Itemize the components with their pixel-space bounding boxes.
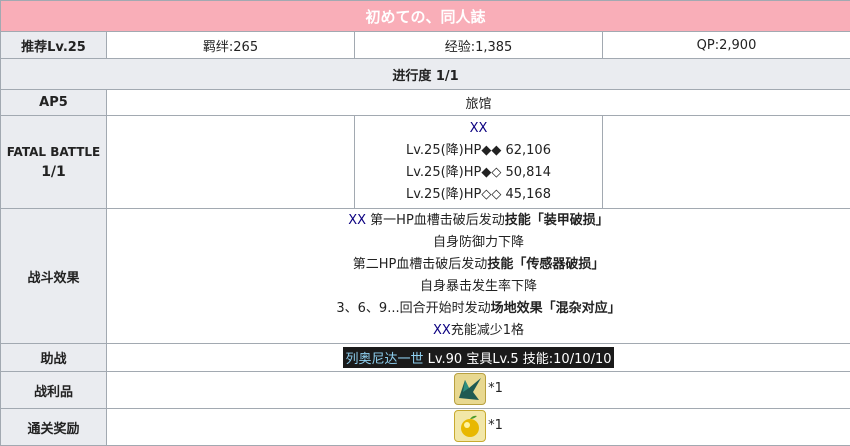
clear-reward-cell: *1 [105,408,850,446]
support-servant-detail: Lv.90 宝具Lv.5 技能:10/10/10 [423,352,612,367]
enemy-hp-line-1: Lv.25(降)HP◆◆ 62,106 [406,143,551,158]
ap-row: AP5 旅馆 [0,89,850,116]
enemy-slot-left [106,115,355,209]
support-servant-link[interactable]: 列奥尼达一世 [345,352,423,367]
effect-line-2: 自身防御力下降 [433,235,525,250]
effect-line-3-text: 第二HP血槽击破后发动 [352,257,488,272]
support-cell: 列奥尼达一世 Lv.90 宝具Lv.5 技能:10/10/10 [105,343,850,372]
drop-row: 战利品 *1 [0,371,850,409]
qp-value: QP:2,900 [601,31,850,59]
battle-effect-text: XX 第一HP血槽击破后发动技能「装甲破损」 自身防御力下降 第二HP血槽击破后… [105,208,850,344]
clear-reward-count: *1 [488,418,503,433]
clear-reward-item[interactable]: *1 [454,409,503,442]
wing-material-icon[interactable] [454,372,487,405]
progress-row: 进行度 1/1 [0,58,850,90]
enemy-slot-right [601,115,850,209]
effect-line-1: XX 第一HP血槽击破后发动技能「装甲破损」 [107,210,850,232]
progress-label: 进行度 1/1 [0,58,850,90]
drop-count: *1 [488,381,503,396]
effect-line-6: XX充能减少1格 [107,320,850,342]
fatal-battle-wave: 1/1 [41,164,66,180]
effect-line-6-text: 充能减少1格 [450,323,525,338]
effect-line-5-text: 3、6、9...回合开始时发动 [336,301,491,316]
effect-field-mixed: 场地效果「混杂对应」 [490,301,621,316]
fatal-battle-label: FATAL BATTLE 1/1 [0,115,107,209]
fatal-battle-row: FATAL BATTLE 1/1 XX Lv.25(降)HP◆◆ 62,106 … [0,115,850,209]
clear-reward-row: 通关奖励 *1 [0,408,850,446]
effect-line-1-text: 第一HP血槽击破后发动 [366,213,505,228]
enemy-slot-center: XX Lv.25(降)HP◆◆ 62,106 Lv.25(降)HP◆◇ 50,8… [354,115,603,209]
drop-label: 战利品 [0,371,107,409]
effect-line-4: 自身暴击发生率下降 [420,279,538,294]
location-value: 旅馆 [105,89,850,116]
support-label: 助战 [0,343,107,372]
support-servant-box: 列奥尼达一世 Lv.90 宝具Lv.5 技能:10/10/10 [343,347,614,368]
title-row: 初めての、同人誌 [0,0,850,32]
ap-label: AP5 [0,89,107,116]
bond-value: 羁绊:265 [106,31,355,59]
recommended-level-label: 推荐Lv.25 [0,31,107,59]
enemy-name-link[interactable]: XX [355,118,602,140]
quest-info-table: 初めての、同人誌 推荐Lv.25 羁绊:265 经验:1,385 QP:2,90… [0,0,850,446]
fatal-battle-title: FATAL BATTLE [6,145,101,159]
enemy-hp-line-2: Lv.25(降)HP◆◇ 50,814 [406,165,551,180]
quest-title: 初めての、同人誌 [0,0,850,32]
battle-effect-label: 战斗效果 [0,208,107,344]
effect-skill-armor-break: 技能「装甲破损」 [504,213,609,228]
exp-value: 经验:1,385 [354,31,603,59]
battle-effect-row: 战斗效果 XX 第一HP血槽击破后发动技能「装甲破损」 自身防御力下降 第二HP… [0,208,850,344]
effect-enemy-link-2[interactable]: XX [433,323,451,338]
effect-skill-sensor-break: 技能「传感器破损」 [487,257,605,272]
effect-enemy-link[interactable]: XX [348,213,366,228]
level-row: 推荐Lv.25 羁绊:265 经验:1,385 QP:2,900 [0,31,850,59]
support-row: 助战 列奥尼达一世 Lv.90 宝具Lv.5 技能:10/10/10 [0,343,850,372]
clear-reward-label: 通关奖励 [0,408,107,446]
effect-line-3: 第二HP血槽击破后发动技能「传感器破损」 [107,254,850,276]
enemy-hp-line-3: Lv.25(降)HP◇◇ 45,168 [406,187,551,202]
drop-item[interactable]: *1 [454,372,503,405]
golden-fruit-icon[interactable] [454,409,487,442]
drop-cell: *1 [105,371,850,409]
effect-line-5: 3、6、9...回合开始时发动场地效果「混杂对应」 [107,298,850,320]
